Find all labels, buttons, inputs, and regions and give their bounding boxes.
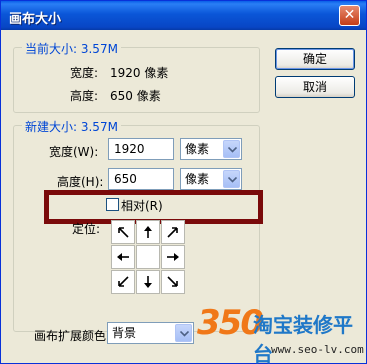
current-width-label: 宽度: — [70, 66, 99, 80]
current-height-label: 高度: — [70, 89, 99, 103]
new-size-legend: 新建大小: 3.57M — [22, 118, 121, 135]
current-height-value: 650 像素 — [110, 89, 161, 103]
chevron-down-icon[interactable] — [223, 170, 240, 188]
width-unit-select[interactable]: 像素 — [180, 138, 242, 160]
anchor-right[interactable] — [161, 245, 185, 269]
chevron-down-icon[interactable] — [175, 324, 192, 342]
anchor-left[interactable] — [111, 245, 135, 269]
relative-label[interactable]: 相对(R) — [121, 197, 163, 214]
width-unit-value: 像素 — [185, 142, 210, 156]
anchor-bottom-left[interactable] — [111, 270, 135, 294]
anchor-label: 定位: — [72, 222, 101, 236]
arrow-up-left-icon — [118, 227, 129, 238]
canvas-size-dialog: 画布大小 ✕ 当前大小: 3.57M 宽度: 1920 像素 高度: 650 像… — [0, 0, 367, 364]
anchor-top-right[interactable] — [161, 220, 185, 244]
close-icon: ✕ — [343, 7, 356, 23]
anchor-bottom-right[interactable] — [161, 270, 185, 294]
current-width-value: 1920 像素 — [110, 66, 169, 80]
arrow-up-icon — [144, 226, 152, 238]
current-size-legend: 当前大小: 3.57M — [22, 40, 121, 57]
dialog-title: 画布大小 — [9, 12, 62, 27]
new-width-label: 宽度(W): — [49, 145, 99, 159]
height-unit-select[interactable]: 像素 — [180, 168, 242, 190]
ok-button[interactable]: 确定 — [275, 48, 355, 70]
close-button[interactable]: ✕ — [339, 5, 360, 26]
anchor-top[interactable] — [136, 220, 160, 244]
new-height-label: 高度(H): — [57, 175, 104, 189]
title-bar[interactable]: 画布大小 ✕ — [1, 1, 366, 30]
anchor-center[interactable] — [136, 245, 160, 269]
anchor-top-left[interactable] — [111, 220, 135, 244]
extension-color-label: 画布扩展颜色: — [34, 329, 111, 343]
chevron-down-icon[interactable] — [223, 140, 240, 158]
arrow-down-left-icon — [118, 276, 129, 287]
watermark-url: www.seo-lv.com — [271, 343, 364, 356]
height-input[interactable]: 650 — [108, 168, 174, 190]
relative-checkbox[interactable] — [106, 198, 119, 211]
cancel-button[interactable]: 取消 — [275, 76, 355, 98]
anchor-grid — [111, 220, 186, 295]
extension-color-value: 背景 — [112, 326, 137, 340]
arrow-down-right-icon — [167, 276, 178, 287]
watermark-logo: 350 淘宝装修平台 www.seo-lv.com — [197, 301, 367, 364]
extension-color-select[interactable]: 背景 — [107, 322, 194, 344]
height-unit-value: 像素 — [185, 172, 210, 186]
arrow-left-icon — [117, 253, 129, 261]
anchor-bottom[interactable] — [136, 270, 160, 294]
arrow-down-icon — [144, 276, 152, 288]
arrow-up-right-icon — [167, 227, 178, 238]
width-input[interactable]: 1920 — [108, 138, 174, 160]
arrow-right-icon — [167, 253, 179, 261]
